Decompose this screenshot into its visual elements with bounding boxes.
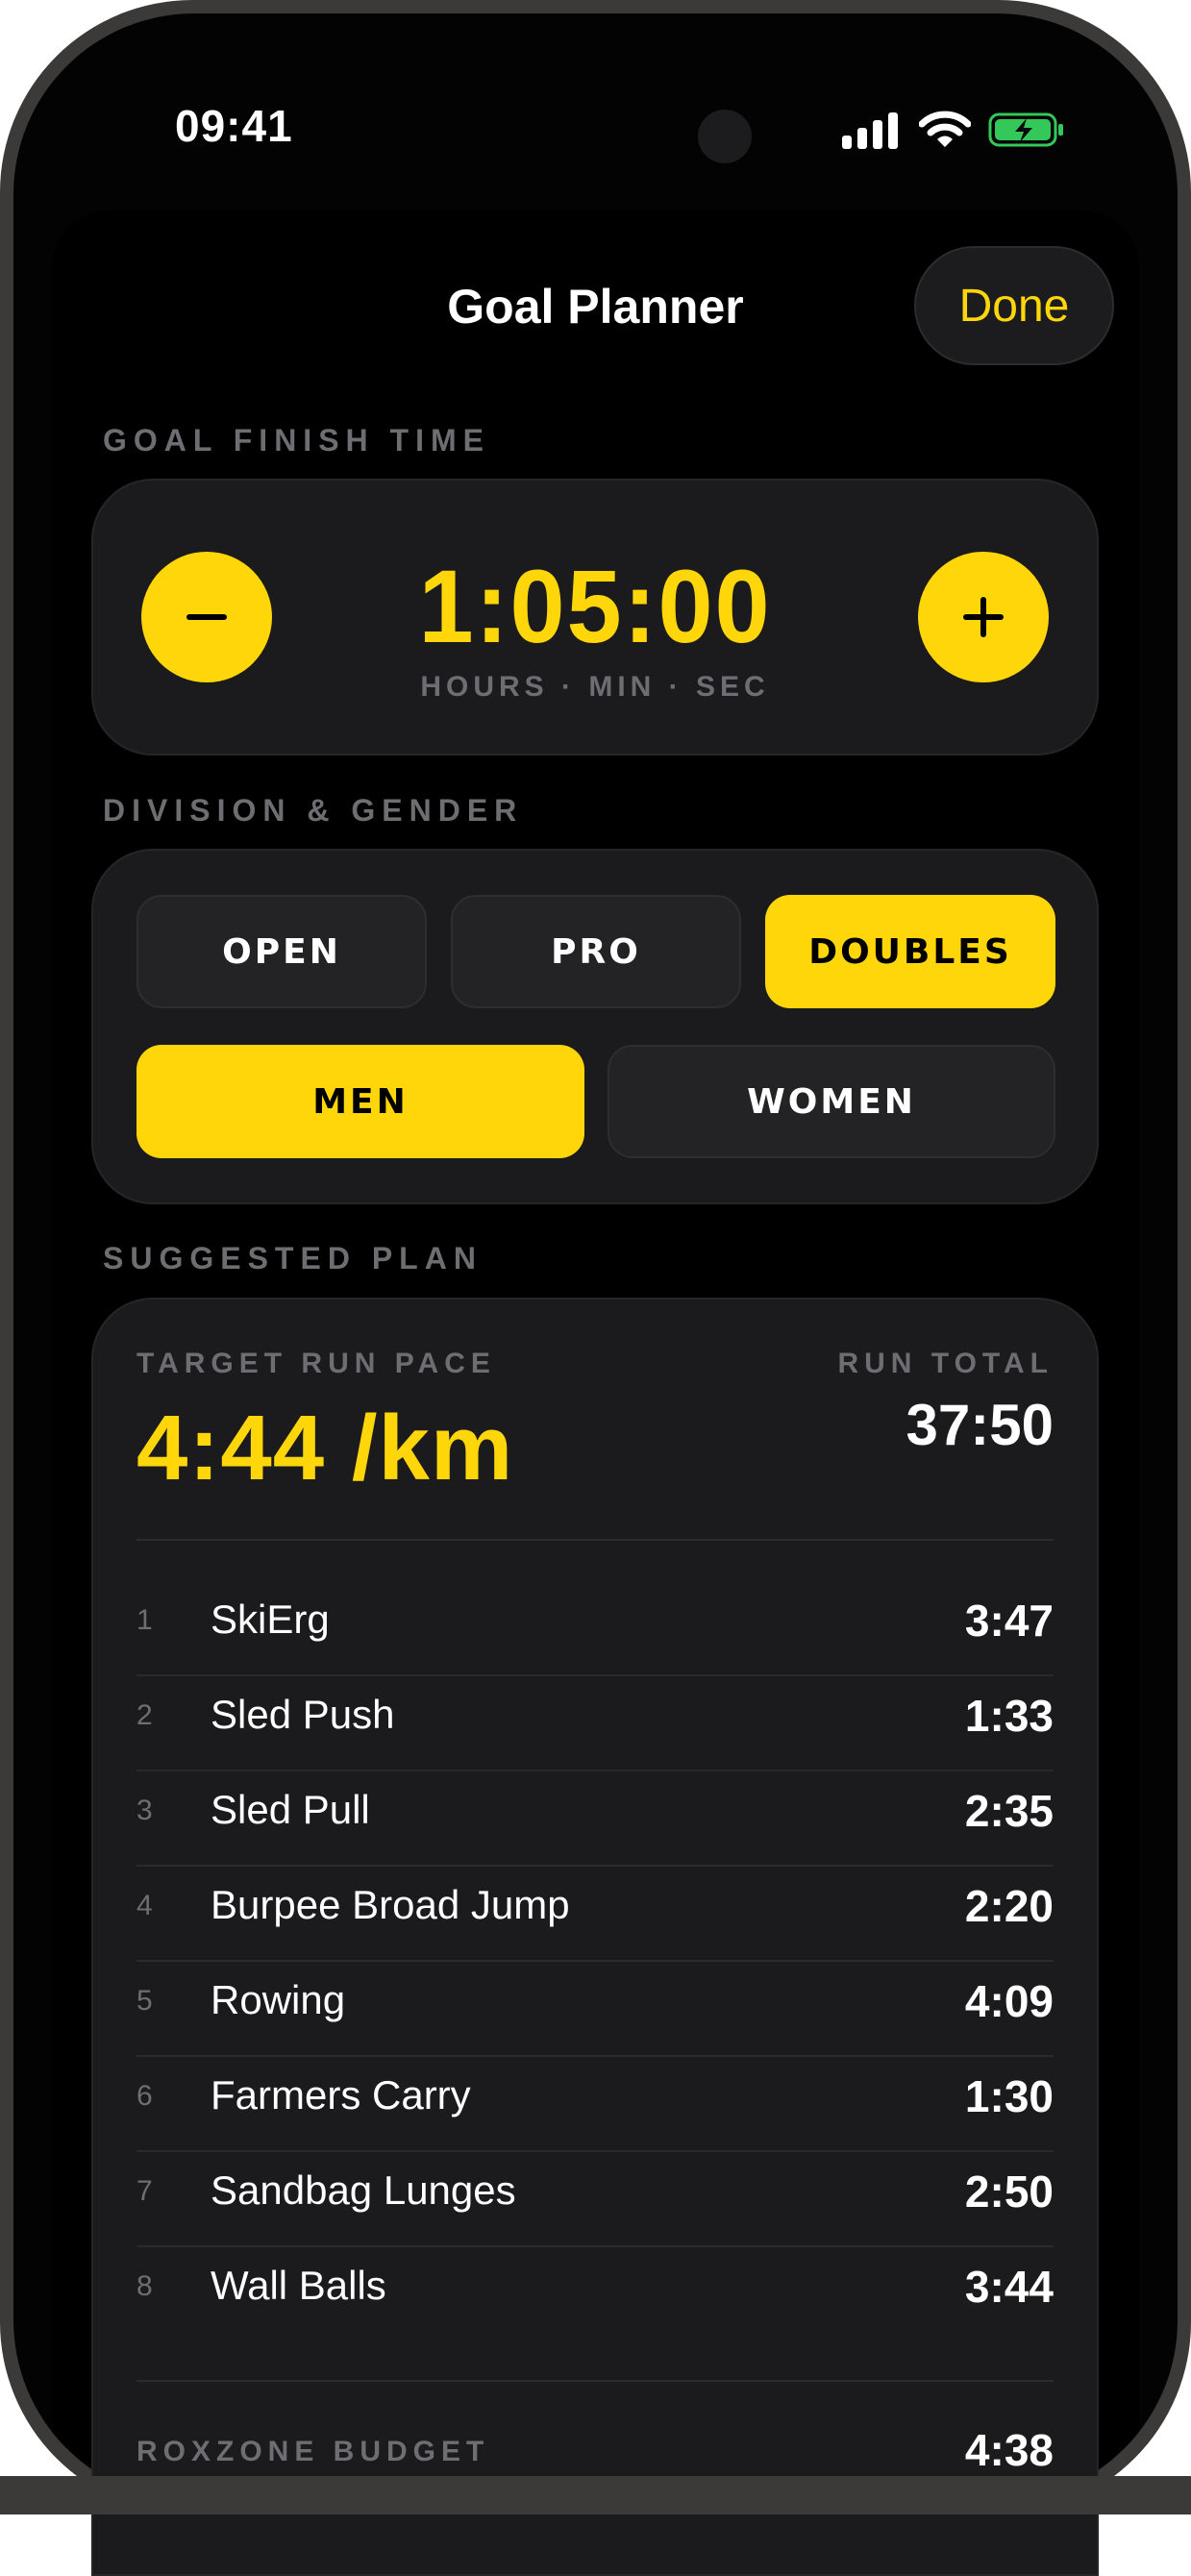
goal-time-card: 1:05:00 HOURS · MIN · SEC: [91, 479, 1099, 755]
roxzone-budget-value: 4:38: [964, 2425, 1054, 2475]
increase-time-button[interactable]: [918, 552, 1049, 682]
station-name: Sandbag Lunges: [211, 2167, 516, 2213]
station-name: Wall Balls: [211, 2263, 386, 2308]
station-name: Burpee Broad Jump: [211, 1882, 570, 1927]
station-row: 6 Farmers Carry 1:30: [136, 2057, 1054, 2152]
section-label-goal: GOAL FINISH TIME: [103, 423, 490, 458]
station-name: Farmers Carry: [211, 2072, 471, 2118]
wifi-icon: [919, 111, 971, 147]
division-gender-card: OPEN PRO DOUBLES MEN WOMEN: [91, 849, 1099, 1204]
target-pace-label: TARGET RUN PACE: [136, 1348, 496, 1379]
status-time: 09:41: [175, 101, 293, 151]
section-label-plan: SUGGESTED PLAN: [103, 1241, 483, 1276]
divider: [136, 2380, 1054, 2382]
division-doubles-button[interactable]: DOUBLES: [765, 895, 1055, 1008]
station-number: 4: [136, 1890, 153, 1921]
done-button[interactable]: Done: [914, 246, 1114, 365]
station-name: Sled Push: [211, 1692, 395, 1737]
station-row: 3 Sled Pull 2:35: [136, 1771, 1054, 1867]
goal-time-units: HOURS · MIN · SEC: [420, 671, 770, 703]
station-name: Sled Pull: [211, 1787, 370, 1832]
station-time: 2:50: [964, 2167, 1054, 2217]
station-name: SkiErg: [211, 1597, 330, 1642]
station-time: 1:33: [964, 1691, 1054, 1741]
station-time: 3:44: [964, 2262, 1054, 2312]
station-row: 1 SkiErg 3:47: [136, 1581, 1054, 1676]
station-number: 8: [136, 2270, 153, 2302]
roxzone-budget-label: ROXZONE BUDGET: [136, 2436, 490, 2467]
battery-charging-icon: [988, 112, 1063, 147]
cellular-signal-icon: [842, 112, 898, 149]
status-icons: [842, 106, 1065, 154]
phone-frame: 09:41 Goal Planner Done GOAL FINISH TIME…: [0, 0, 1191, 2576]
station-row: 7 Sandbag Lunges 2:50: [136, 2152, 1054, 2247]
station-time: 1:30: [964, 2071, 1054, 2121]
station-row: 4 Burpee Broad Jump 2:20: [136, 1867, 1054, 1962]
gender-women-button[interactable]: WOMEN: [608, 1045, 1055, 1158]
station-time: 3:47: [964, 1596, 1054, 1646]
division-open-button[interactable]: OPEN: [136, 895, 427, 1008]
front-camera: [698, 110, 752, 163]
section-label-division: DIVISION & GENDER: [103, 793, 524, 828]
station-number: 7: [136, 2175, 153, 2207]
run-total-label: RUN TOTAL: [837, 1348, 1054, 1379]
station-number: 1: [136, 1604, 153, 1636]
station-number: 6: [136, 2080, 153, 2112]
divider: [136, 1539, 1054, 1541]
station-name: Rowing: [211, 1977, 346, 2022]
station-row: 8 Wall Balls 3:44: [136, 2247, 1054, 2342]
division-pro-button[interactable]: PRO: [451, 895, 741, 1008]
station-number: 2: [136, 1699, 153, 1731]
gender-men-button[interactable]: MEN: [136, 1045, 584, 1158]
station-row: 5 Rowing 4:09: [136, 1962, 1054, 2057]
station-row: 2 Sled Push 1:33: [136, 1676, 1054, 1771]
target-pace-value: 4:44 /km: [136, 1397, 514, 1499]
run-total-value: 37:50: [906, 1393, 1054, 1457]
station-time: 2:35: [964, 1786, 1054, 1836]
station-number: 3: [136, 1795, 153, 1826]
station-number: 5: [136, 1985, 153, 2017]
suggested-plan-card: TARGET RUN PACE RUN TOTAL 4:44 /km 37:50…: [91, 1298, 1099, 2576]
bottom-bezel: [0, 2476, 1191, 2514]
plus-icon: [963, 597, 1004, 637]
station-time: 2:20: [964, 1881, 1054, 1931]
station-time: 4:09: [964, 1976, 1054, 2026]
